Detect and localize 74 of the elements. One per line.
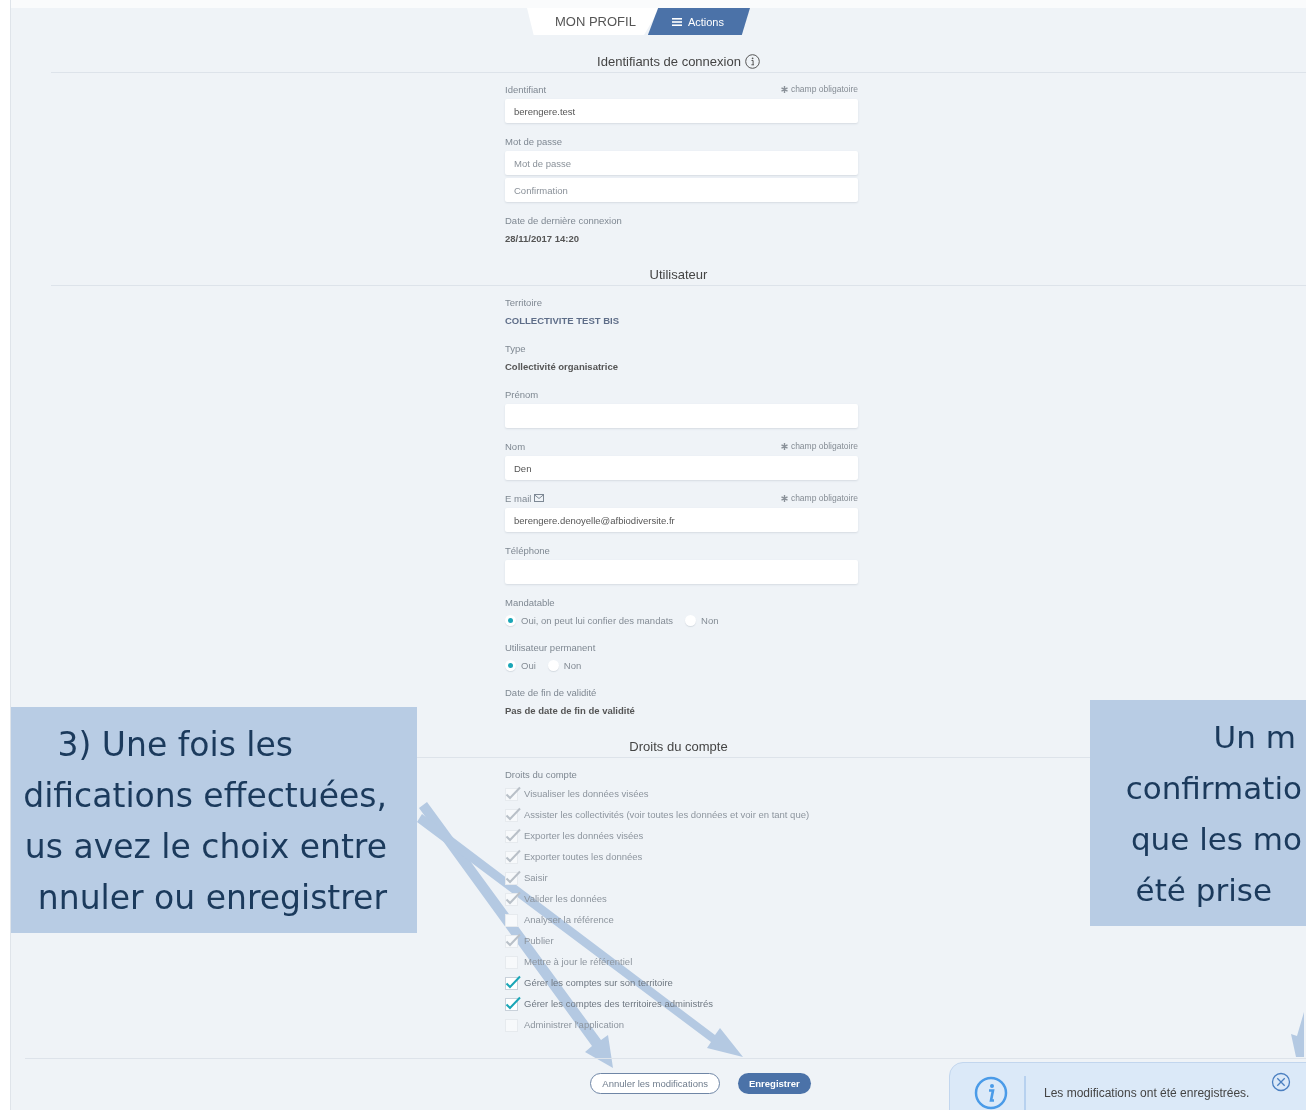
field-value: 28/11/2017 14:20 [505, 232, 580, 246]
asterisk-icon [780, 442, 788, 450]
save-button[interactable]: Enregistrer [737, 1073, 811, 1094]
checkbox[interactable] [505, 975, 521, 990]
field-label: Nom [505, 440, 526, 452]
checkbox-label: Assister les collectivités (voir toutes les données et voir en tant que) [524, 809, 810, 820]
callout-text: us avez le choix entre [24, 826, 387, 868]
checkbox-label: Exporter les données visées [524, 830, 644, 841]
checkbox-label: Visualiser les données visées [524, 788, 649, 799]
checkbox-label: Gérer les comptes des territoires administrés [524, 998, 713, 1009]
radio-button[interactable] [685, 615, 697, 626]
required-note: champ obligatoire [790, 84, 858, 94]
field-label: Territoire [505, 296, 542, 308]
toast-message: Les modifications ont été enregistrées. [1044, 1086, 1250, 1100]
section-title: Utilisateur [649, 267, 708, 282]
field-label: Utilisateur permanent [505, 641, 596, 653]
radio-label: Non [701, 615, 719, 626]
cancel-button[interactable]: Annuler les modifications [590, 1073, 720, 1094]
input-field[interactable] [505, 560, 858, 584]
radio-label: Oui, on peut lui confier des mandats [521, 615, 674, 626]
radio-button[interactable] [547, 660, 559, 671]
asterisk-icon [780, 494, 788, 502]
info-icon [974, 1076, 1008, 1110]
radio-label: Oui [521, 660, 536, 671]
field-label: Mot de passe [505, 135, 563, 147]
checkbox-label: Valider les données [524, 893, 607, 904]
field-label: Mandatable [505, 596, 555, 608]
checkbox-label: Analyser la référence [524, 914, 614, 925]
field-label: Date de fin de validité [505, 686, 597, 698]
callout-text: Un m [1213, 718, 1296, 757]
section-title: Droits du compte [629, 739, 728, 754]
field-label: E mail [505, 492, 532, 504]
field-value: Collectivité organisatrice [505, 360, 619, 374]
menu-icon [671, 17, 682, 26]
callout-text: été prise [1135, 871, 1272, 910]
checkbox[interactable] [505, 996, 521, 1011]
checkbox-label: Exporter toutes les données [524, 851, 643, 862]
field-label: Prénom [505, 388, 539, 400]
required-note: champ obligatoire [790, 493, 858, 503]
asterisk-icon [780, 85, 788, 93]
field-label: Identifiant [505, 83, 547, 95]
input-field[interactable] [505, 404, 858, 428]
input-field[interactable]: berengere.denoyelle@afbiodiversite.fr [505, 508, 858, 532]
field-label: Droits du compte [505, 768, 577, 780]
input-field[interactable]: berengere.test [505, 99, 858, 123]
input-field[interactable]: Mot de passe [505, 151, 858, 175]
input-field[interactable]: Den [505, 456, 858, 480]
checkbox-label: Saisir [524, 872, 548, 883]
field-label: Date de dernière connexion [505, 214, 622, 226]
checkbox-label: Publier [524, 935, 554, 946]
callout-text: nnuler ou enregistrer [37, 877, 387, 919]
info-icon[interactable] [744, 54, 760, 69]
callout-text: difications effectuées, [23, 775, 387, 817]
close-icon[interactable] [1271, 1072, 1292, 1092]
checkbox-label: Administrer l'application [524, 1019, 625, 1030]
callout-text: que les mo [1130, 820, 1302, 859]
radio-button[interactable] [505, 660, 516, 671]
radio-button[interactable] [505, 615, 516, 626]
input-field[interactable]: Confirmation [505, 178, 858, 202]
checkbox-label: Mettre à jour le référentiel [524, 956, 633, 967]
callout-text: 3) Une fois les [57, 724, 293, 766]
required-note: champ obligatoire [790, 441, 858, 451]
field-value: Pas de date de fin de validité [505, 704, 636, 718]
envelope-icon [534, 494, 545, 502]
radio-label: Non [563, 660, 582, 671]
field-value: COLLECTIVITE TEST BIS [505, 314, 620, 328]
profile-tab[interactable]: MON PROFIL [527, 8, 660, 35]
section-title: Identifiants de connexion [597, 54, 741, 69]
callout-text: confirmatio [1125, 769, 1302, 808]
actions-button[interactable]: Actions [647, 8, 750, 35]
field-label: Téléphone [505, 544, 550, 556]
arrow [1291, 1012, 1304, 1057]
checkbox-label: Gérer les comptes sur son territoire [524, 977, 673, 988]
field-label: Type [505, 342, 526, 354]
